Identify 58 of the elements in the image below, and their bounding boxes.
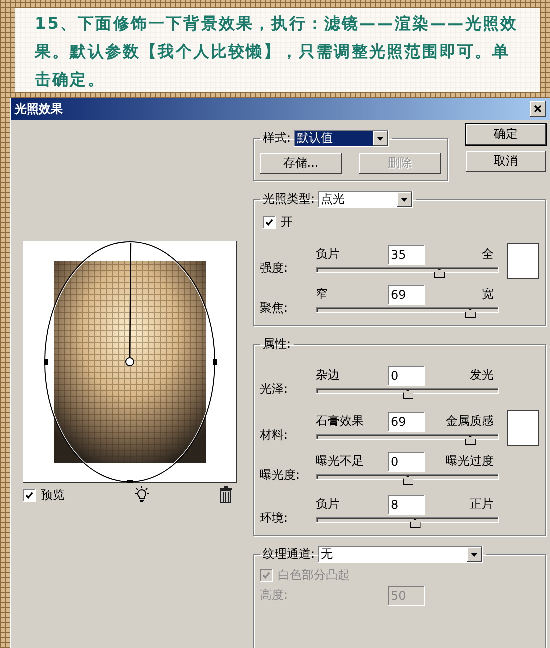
checkbox-label: 开 (281, 214, 293, 231)
value-field[interactable]: 0 (388, 452, 425, 472)
texture-dropdown[interactable]: 无 (318, 546, 484, 563)
checkbox[interactable] (263, 216, 276, 229)
value-field[interactable]: 35 (388, 245, 425, 265)
slider-max-label: 金属质感 (445, 413, 495, 430)
slider-min-label: 石膏效果 (316, 413, 365, 430)
group-title: 属性: (263, 336, 292, 353)
slider-thumb[interactable] (402, 390, 414, 399)
light-preview-drawing[interactable] (23, 241, 237, 483)
slider-label: 高度: (260, 587, 290, 604)
slider-label: 曝光度: (260, 467, 302, 484)
value-field[interactable]: 8 (388, 495, 425, 515)
slider-thumb[interactable] (410, 519, 421, 528)
value-field[interactable]: 69 (388, 412, 425, 432)
slider-max-label: 正片 (469, 496, 495, 513)
ok-button[interactable]: 确定 (466, 124, 546, 145)
slider-thumb[interactable] (402, 476, 414, 485)
light-type-label: 光照类型: (263, 191, 316, 208)
slider-label: 材料: (260, 427, 290, 444)
slider-thumb[interactable] (434, 269, 446, 278)
checkbox-label: 预览 (41, 486, 65, 504)
slider-min-label: 负片 (316, 496, 341, 513)
trash-icon[interactable] (219, 486, 233, 504)
slider-label: 光泽: (260, 381, 290, 398)
dropdown-arrow-icon[interactable] (377, 136, 384, 140)
checkbox[interactable] (23, 488, 36, 502)
light-bulb-icon[interactable] (133, 486, 151, 504)
cancel-button[interactable]: 取消 (466, 151, 546, 172)
slider-max-label: 曝光过度 (445, 453, 495, 470)
slider-label: 强度: (260, 260, 290, 277)
color-swatch[interactable] (507, 410, 539, 446)
dropdown-arrow-icon[interactable] (401, 198, 408, 202)
slider-label: 环境: (260, 510, 290, 527)
slider-max-label: 宽 (481, 286, 495, 303)
style-label: 样式: (263, 130, 292, 147)
slider-min-label: 负片 (316, 246, 341, 263)
slider-label: 聚焦: (260, 300, 290, 317)
close-button[interactable] (530, 101, 546, 117)
slider-thumb[interactable] (464, 309, 476, 318)
checkbox-label: 白色部分凸起 (278, 567, 350, 584)
light-type-dropdown[interactable]: 点光 (318, 191, 414, 208)
value-field[interactable]: 0 (388, 366, 425, 386)
color-swatch[interactable] (507, 243, 539, 279)
close-icon (534, 105, 542, 113)
slider-min-label: 曝光不足 (316, 453, 365, 470)
texture-label: 纹理通道: (263, 546, 316, 563)
slider-min-label: 杂边 (316, 367, 341, 384)
slider-max-label: 全 (481, 246, 495, 263)
slider-min-label: 窄 (316, 286, 329, 303)
slider-max-label: 发光 (469, 367, 495, 384)
value-field[interactable]: 69 (388, 285, 425, 305)
dropdown-arrow-icon[interactable] (471, 552, 478, 556)
slider-thumb[interactable] (464, 436, 476, 445)
style-dropdown[interactable]: 默认值 (294, 130, 390, 147)
style-button[interactable]: 存储... (260, 153, 342, 174)
instruction-text: 15、下面修饰一下背景效果，执行：滤镜——渲染——光照效果。默认参数【我个人比较懒】，只需调整光照范围即可。单击确定。 (15, 8, 540, 92)
window-title: 光照效果 (15, 100, 63, 118)
